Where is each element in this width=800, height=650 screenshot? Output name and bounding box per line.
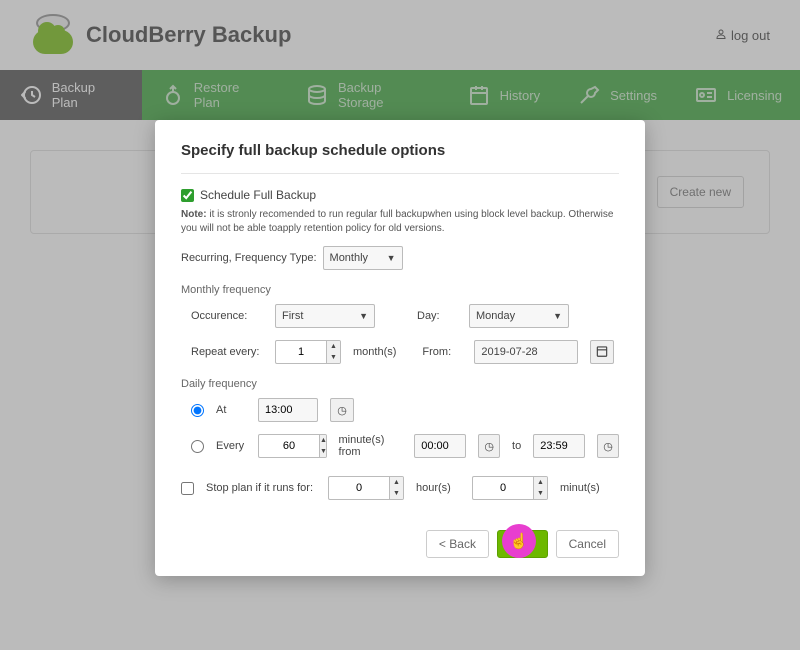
modal-footer: < Back Next ☝ Cancel: [181, 530, 619, 558]
stop-plan-checkbox[interactable]: [181, 482, 194, 495]
chevron-down-icon: ▼: [553, 311, 562, 321]
modal-title: Specify full backup schedule options: [181, 142, 619, 159]
frequency-type-select[interactable]: Monthly ▼: [323, 246, 403, 270]
schedule-note: Note: it is stronly recomended to run re…: [181, 208, 619, 236]
range-to-picker-button[interactable]: ◷: [597, 434, 619, 458]
schedule-checkbox-row: Schedule Full Backup: [181, 188, 619, 202]
step-down-icon[interactable]: ▼: [534, 488, 547, 499]
chevron-down-icon: ▼: [359, 311, 368, 321]
at-row: At ◷: [181, 398, 619, 422]
stop-minutes-unit: minut(s): [560, 482, 600, 494]
chevron-down-icon: ▼: [387, 253, 396, 263]
step-down-icon[interactable]: ▼: [327, 352, 340, 363]
from-date-field[interactable]: 2019-07-28: [474, 340, 578, 364]
stop-plan-label: Stop plan if it runs for:: [206, 482, 316, 494]
frequency-type-label: Recurring, Frequency Type:: [181, 252, 317, 264]
at-time-field[interactable]: [258, 398, 318, 422]
back-button[interactable]: < Back: [426, 530, 489, 558]
from-label: From:: [422, 346, 462, 358]
repeat-every-input[interactable]: [276, 341, 326, 363]
repeat-label: Repeat every:: [191, 346, 263, 358]
step-down-icon[interactable]: ▼: [320, 446, 327, 457]
day-label: Day:: [417, 310, 457, 322]
at-time-input[interactable]: [265, 404, 303, 416]
modal-overlay: Specify full backup schedule options Sch…: [0, 0, 800, 650]
daily-every-radio[interactable]: [191, 440, 204, 453]
frequency-type-row: Recurring, Frequency Type: Monthly ▼: [181, 246, 619, 270]
calendar-icon: [595, 344, 609, 361]
at-time-picker-button[interactable]: ◷: [330, 398, 354, 422]
schedule-full-backup-label: Schedule Full Backup: [200, 188, 316, 202]
day-value: Monday: [476, 310, 515, 322]
day-select[interactable]: Monday ▼: [469, 304, 569, 328]
stop-hours-input[interactable]: [329, 477, 389, 499]
stop-hours-stepper[interactable]: ▲▼: [328, 476, 404, 500]
range-from-picker-button[interactable]: ◷: [478, 434, 500, 458]
stop-minutes-input[interactable]: [473, 477, 533, 499]
step-up-icon[interactable]: ▲: [327, 341, 340, 352]
stop-plan-row: Stop plan if it runs for: ▲▼ hour(s) ▲▼ …: [181, 476, 619, 500]
click-indicator-icon: ☝: [502, 524, 536, 558]
repeat-unit: month(s): [353, 346, 396, 358]
repeat-every-stepper[interactable]: ▲▼: [275, 340, 341, 364]
clock-icon: ◷: [484, 440, 494, 453]
occurence-value: First: [282, 310, 303, 322]
step-down-icon[interactable]: ▼: [390, 488, 403, 499]
stop-hours-unit: hour(s): [416, 482, 460, 494]
stop-minutes-stepper[interactable]: ▲▼: [472, 476, 548, 500]
occurence-row: Occurence: First ▼ Day: Monday ▼: [181, 304, 619, 328]
frequency-type-value: Monthly: [330, 252, 369, 264]
schedule-full-backup-checkbox[interactable]: [181, 189, 194, 202]
clock-icon: ◷: [337, 404, 347, 417]
every-minutes-stepper[interactable]: ▲▼: [258, 434, 327, 458]
schedule-modal: Specify full backup schedule options Sch…: [155, 120, 645, 576]
divider: [181, 173, 619, 174]
occurence-label: Occurence:: [191, 310, 263, 322]
every-minutes-input[interactable]: [259, 435, 319, 457]
every-row: Every ▲▼ minute(s) from ◷ to ◷: [181, 434, 619, 458]
range-from-field[interactable]: [414, 434, 466, 458]
range-to-label: to: [512, 440, 521, 452]
clock-icon: ◷: [603, 440, 613, 453]
daily-at-radio[interactable]: [191, 404, 204, 417]
step-up-icon[interactable]: ▲: [320, 435, 327, 446]
range-to-input[interactable]: [540, 440, 578, 452]
step-up-icon[interactable]: ▲: [390, 477, 403, 488]
next-button[interactable]: Next ☝: [497, 530, 548, 558]
calendar-picker-button[interactable]: [590, 340, 614, 364]
every-label: Every: [216, 440, 246, 452]
step-up-icon[interactable]: ▲: [534, 477, 547, 488]
monthly-section-title: Monthly frequency: [181, 284, 619, 296]
repeat-row: Repeat every: ▲▼ month(s) From: 2019-07-…: [181, 340, 619, 364]
daily-section-title: Daily frequency: [181, 378, 619, 390]
cancel-button[interactable]: Cancel: [556, 530, 619, 558]
every-unit: minute(s) from: [339, 434, 403, 458]
from-date-value: 2019-07-28: [481, 346, 537, 358]
at-label: At: [216, 404, 246, 416]
range-from-input[interactable]: [421, 440, 459, 452]
occurence-select[interactable]: First ▼: [275, 304, 375, 328]
range-to-field[interactable]: [533, 434, 585, 458]
